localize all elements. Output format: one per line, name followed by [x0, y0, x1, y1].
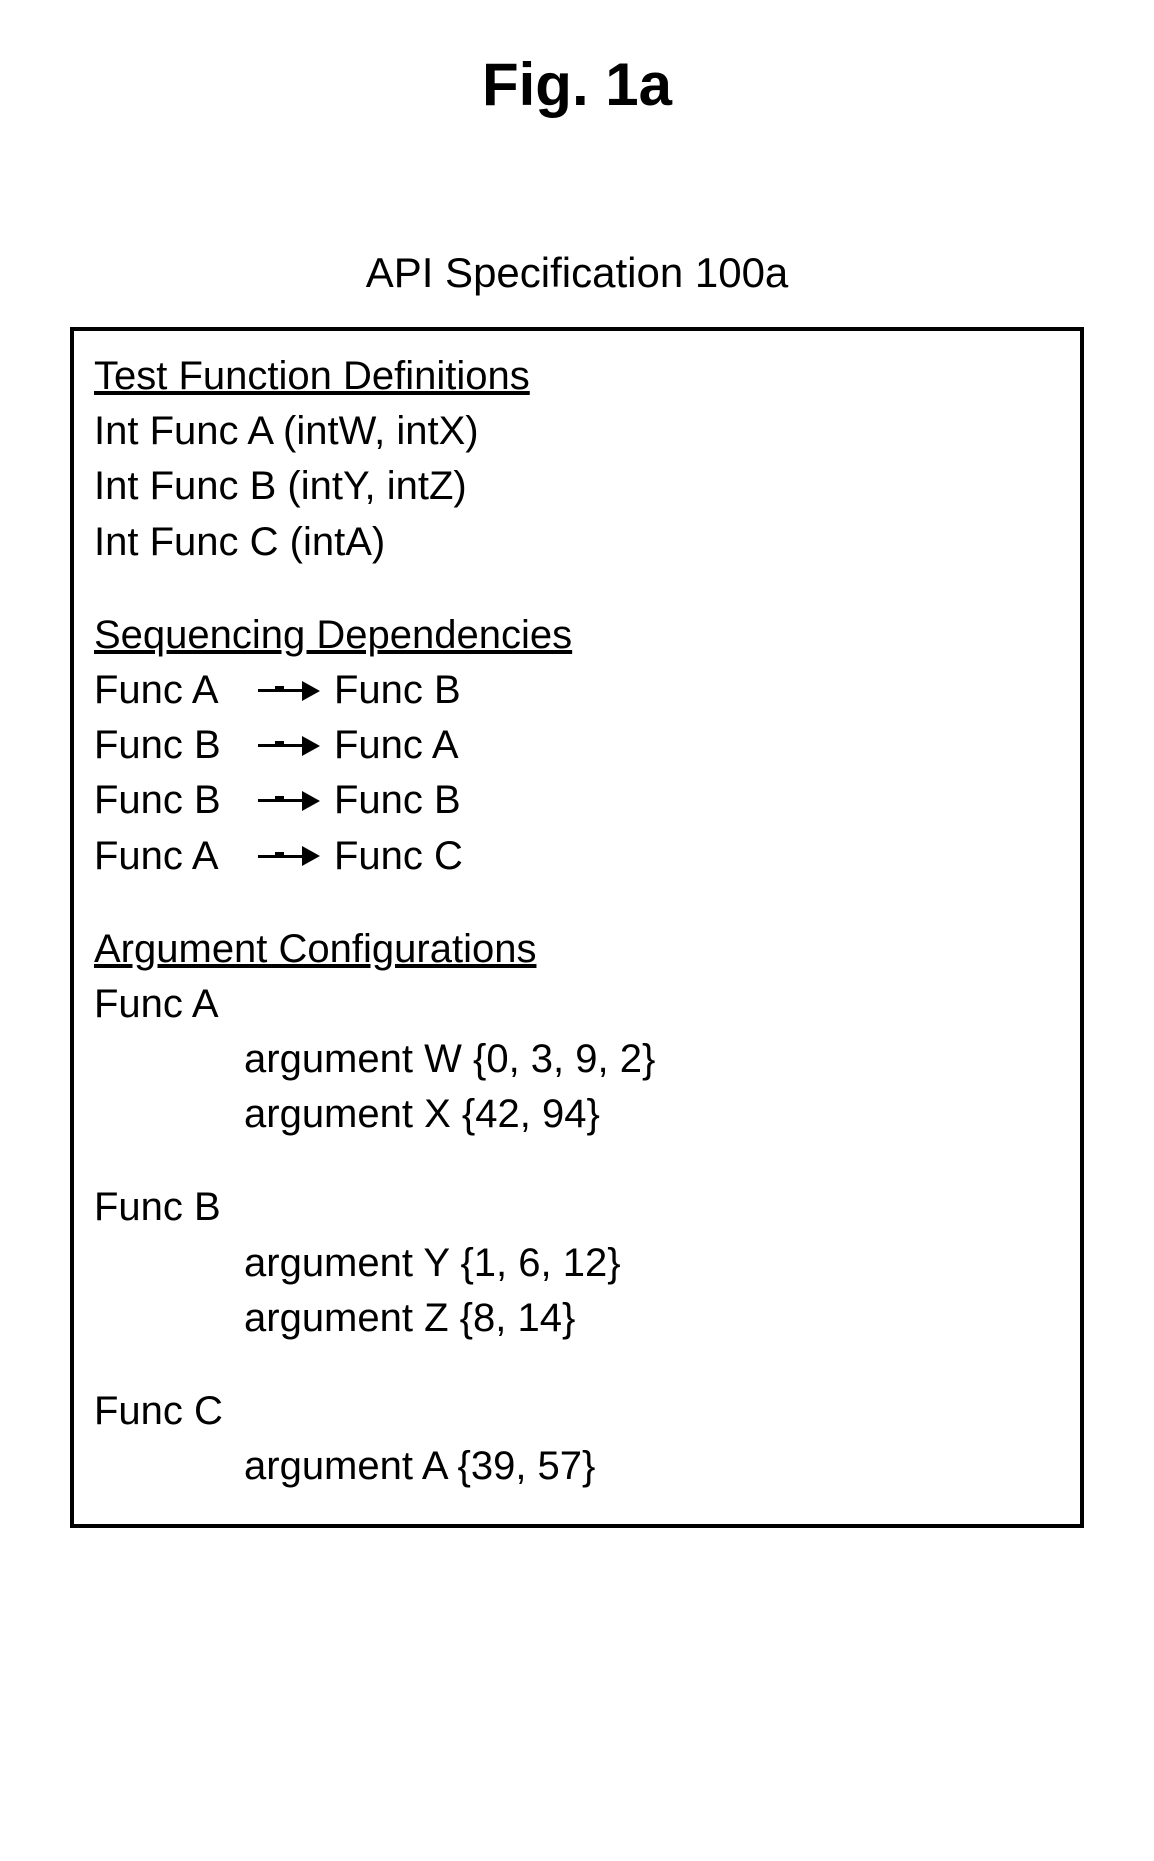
dep-to: Func C [334, 829, 463, 884]
arg-line: argument Y {1, 6, 12} [94, 1236, 1060, 1291]
dependency-row: Func B Func B [94, 773, 1060, 828]
section-heading-sequencing: Sequencing Dependencies [94, 608, 1060, 663]
dep-to: Func B [334, 663, 461, 718]
dep-to: Func A [334, 718, 459, 773]
figure-title: Fig. 1a [70, 50, 1084, 119]
arrow-icon [258, 736, 320, 756]
spacer [94, 1142, 1060, 1180]
page-container: Fig. 1a API Specification 100a Test Func… [0, 0, 1154, 1861]
arrow-icon [258, 791, 320, 811]
spacer [94, 884, 1060, 922]
arg-func-name: Func C [94, 1384, 1060, 1439]
definition-line: Int Func A (intW, intX) [94, 404, 1060, 459]
dep-from: Func A [94, 829, 244, 884]
definition-line: Int Func C (intA) [94, 515, 1060, 570]
dep-to: Func B [334, 773, 461, 828]
dependency-row: Func A Func C [94, 829, 1060, 884]
section-heading-definitions: Test Function Definitions [94, 349, 1060, 404]
api-spec-title: API Specification 100a [70, 249, 1084, 297]
definition-line: Int Func B (intY, intZ) [94, 459, 1060, 514]
arg-func-name: Func A [94, 977, 1060, 1032]
dep-from: Func B [94, 718, 244, 773]
spacer [94, 570, 1060, 608]
spec-box: Test Function Definitions Int Func A (in… [70, 327, 1084, 1528]
dependency-row: Func B Func A [94, 718, 1060, 773]
section-heading-arguments: Argument Configurations [94, 922, 1060, 977]
arg-line: argument Z {8, 14} [94, 1291, 1060, 1346]
dependency-row: Func A Func B [94, 663, 1060, 718]
arg-line: argument X {42, 94} [94, 1087, 1060, 1142]
arg-line: argument W {0, 3, 9, 2} [94, 1032, 1060, 1087]
dep-from: Func A [94, 663, 244, 718]
dep-from: Func B [94, 773, 244, 828]
arrow-icon [258, 681, 320, 701]
arg-line: argument A {39, 57} [94, 1439, 1060, 1494]
spacer [94, 1346, 1060, 1384]
arrow-icon [258, 846, 320, 866]
arg-func-name: Func B [94, 1180, 1060, 1235]
